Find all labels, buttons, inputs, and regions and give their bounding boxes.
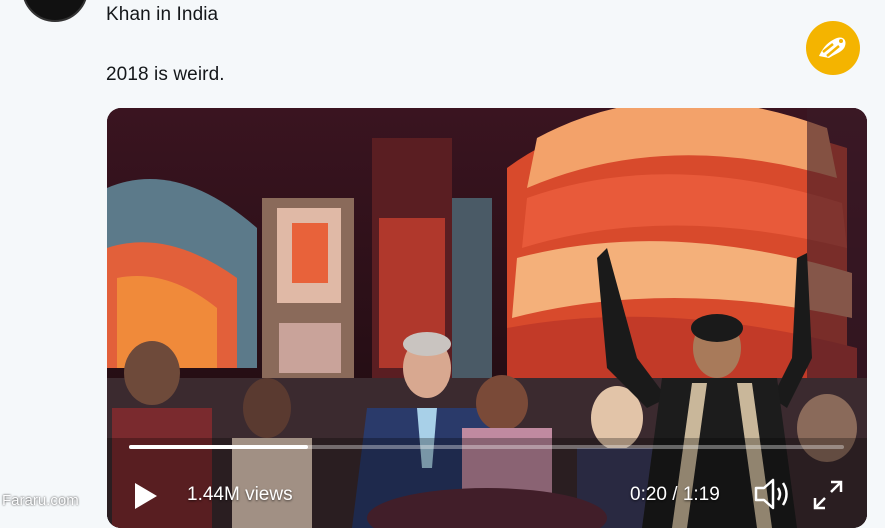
video-player[interactable]: 1.44M views 0:20 / 1:19 (107, 108, 867, 528)
playback-time: 0:20 / 1:19 (630, 484, 720, 505)
view-count: 1.44M views (187, 484, 293, 505)
tweet-text-line-1: Khan in India (106, 4, 219, 25)
play-button[interactable] (129, 480, 161, 512)
avatar[interactable] (22, 0, 88, 22)
progress-fill (129, 445, 308, 449)
publisher-logo-icon (806, 21, 860, 75)
tweet-text-line-2: 2018 is weird. (106, 64, 225, 85)
play-icon (135, 483, 157, 509)
progress-bar[interactable] (129, 445, 844, 449)
volume-icon (754, 478, 788, 510)
fullscreen-icon (813, 480, 843, 510)
video-frame (107, 108, 867, 528)
fullscreen-button[interactable] (811, 478, 845, 512)
watermark: Fararu.com (2, 492, 79, 509)
volume-button[interactable] (753, 476, 793, 512)
